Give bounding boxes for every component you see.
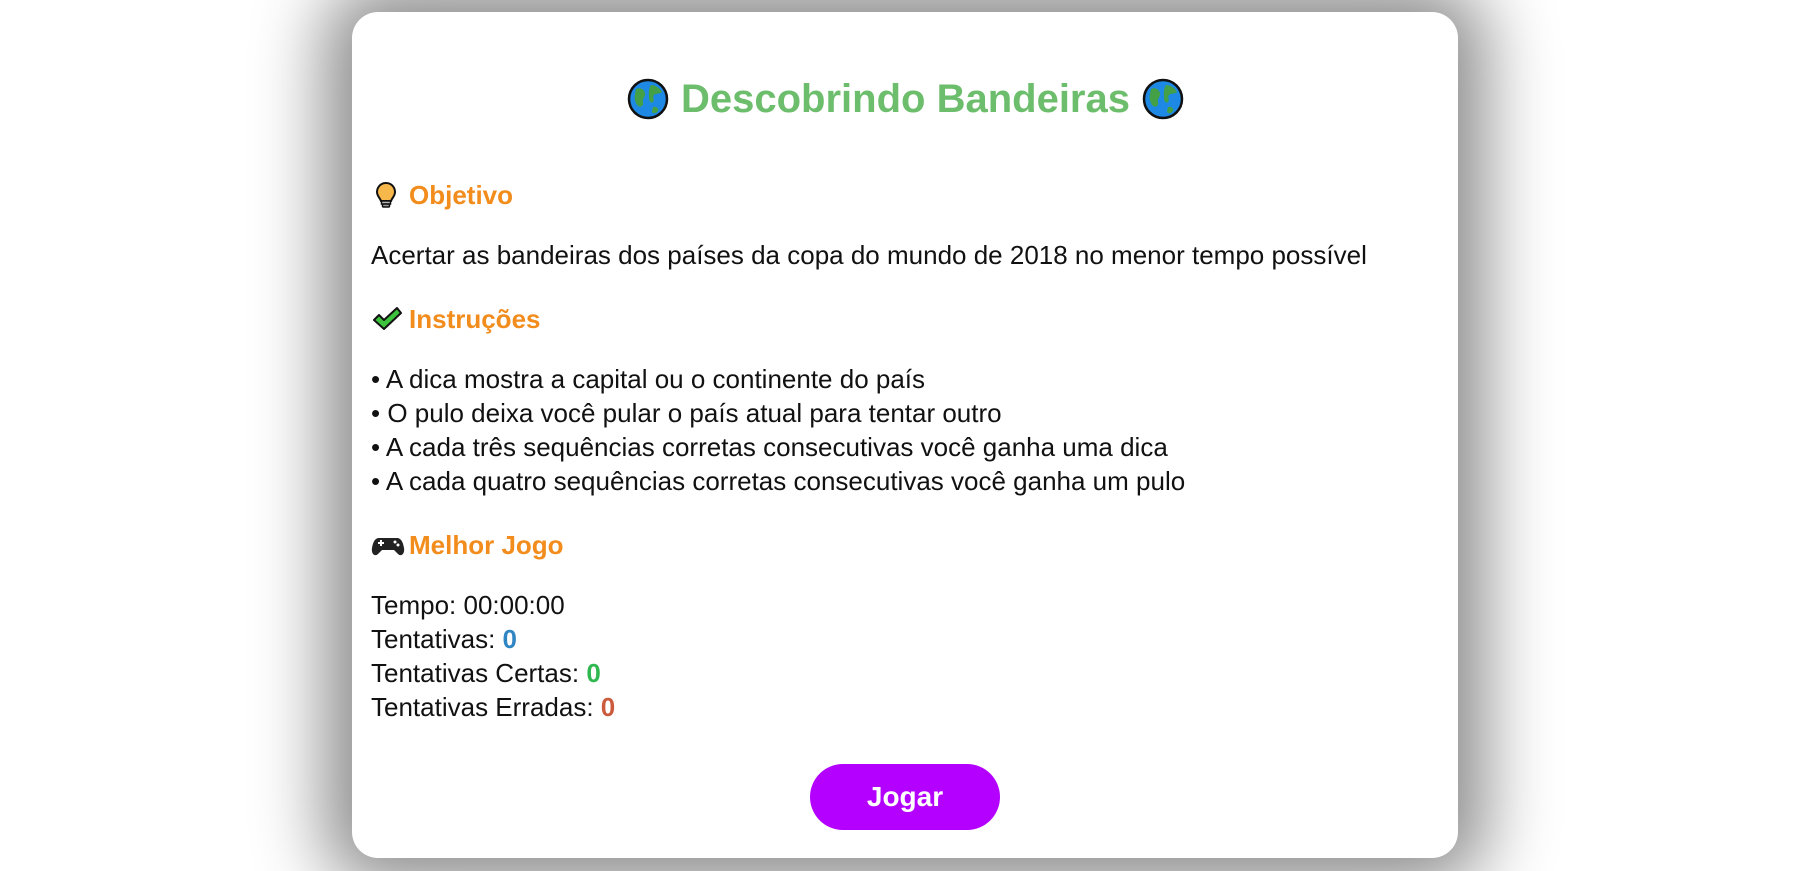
page-title: Descobrindo Bandeiras [371,12,1440,124]
wrong-value: 0 [600,692,616,722]
correct-value: 0 [586,658,601,688]
instructions-heading: Instruções [371,302,1440,336]
wrong-row: Tentativas Erradas: 0 [371,690,1440,724]
attempts-value: 0 [502,624,517,654]
list-item: A cada quatro sequências corretas consec… [371,464,1440,498]
instructions-list: A dica mostra a capital ou o continente … [371,362,1440,498]
instructions-heading-text: Instruções [409,303,541,334]
start-card: Descobrindo Bandeiras Objetivo Acertar a… [352,12,1458,858]
attempts-row: Tentativas: 0 [371,622,1440,656]
globe-icon [627,78,669,120]
list-item: A cada três sequências corretas consecut… [371,430,1440,464]
play-button[interactable]: Jogar [810,764,1000,830]
wrong-label: Tentativas Erradas: [371,692,594,722]
checkmark-icon [371,304,402,334]
list-item: O pulo deixa você pular o país atual par… [371,396,1440,430]
objective-heading-text: Objetivo [409,179,514,210]
attempts-label: Tentativas: [371,624,496,654]
best-game-heading-text: Melhor Jogo [409,529,564,560]
title-text: Descobrindo Bandeiras [680,77,1130,121]
play-button-wrap: Jogar [352,764,1458,830]
best-game-heading: Melhor Jogo [371,528,1440,562]
time-row: Tempo: 00:00:00 [371,590,565,620]
objective-heading: Objetivo [371,178,1440,212]
lightbulb-icon [371,180,401,210]
gamepad-icon [371,530,405,560]
best-game-stats: Tempo: 00:00:00 Tentativas: 0 Tentativas… [371,588,1440,724]
correct-label: Tentativas Certas: [371,658,580,688]
globe-icon [1142,78,1184,120]
objective-text: Acertar as bandeiras dos países da copa … [371,240,1367,270]
list-item: A dica mostra a capital ou o continente … [371,362,1440,396]
correct-row: Tentativas Certas: 0 [371,656,1440,690]
